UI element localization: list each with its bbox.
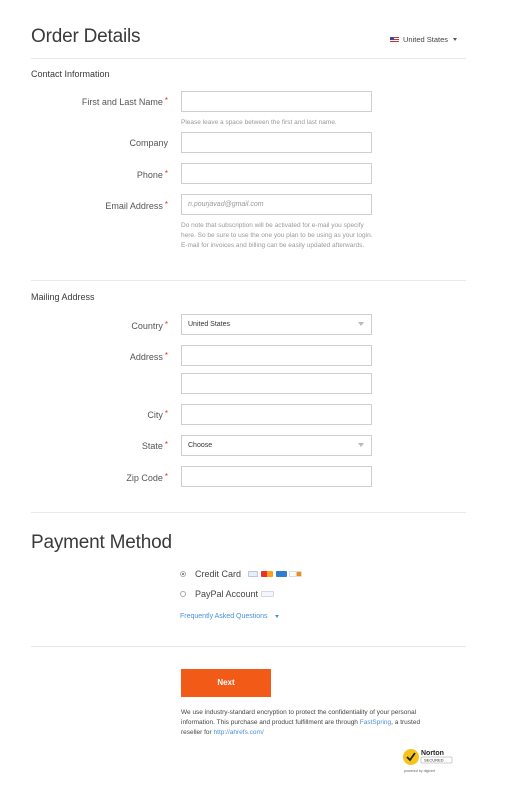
- paypal-radio[interactable]: [180, 591, 186, 597]
- name-help-text: Please leave a space between the first a…: [181, 119, 337, 126]
- contact-section-title: Contact Information: [31, 69, 110, 79]
- mastercard-icon: [261, 571, 273, 577]
- divider: [31, 646, 466, 647]
- phone-label: Phone *: [136, 169, 168, 180]
- required-marker: *: [164, 472, 168, 481]
- country-select-value: United States: [188, 321, 231, 328]
- state-label: State *: [141, 440, 168, 451]
- faq-link[interactable]: Frequently Asked Questions: [180, 613, 279, 620]
- paypal-icon: [261, 591, 274, 597]
- amex-icon: [276, 571, 287, 577]
- company-label: Company: [129, 138, 168, 148]
- dropdown-caret-icon: [358, 322, 364, 326]
- address-input-line2[interactable]: [181, 373, 372, 394]
- divider: [31, 512, 466, 513]
- company-input[interactable]: [181, 132, 372, 153]
- norton-checkmark-icon: Norton SECURED powered by digicert: [403, 749, 453, 773]
- norton-secured-badge: Norton SECURED powered by digicert: [402, 745, 454, 777]
- paypal-label[interactable]: PayPal Account: [195, 589, 258, 599]
- zip-label: Zip Code *: [126, 472, 168, 483]
- chevron-down-icon: [274, 615, 279, 618]
- name-input[interactable]: [181, 91, 372, 112]
- security-notice: We use industry-standard encryption to p…: [181, 709, 421, 736]
- phone-input[interactable]: [181, 163, 372, 184]
- norton-text: Norton: [421, 750, 444, 757]
- faq-link-label: Frequently Asked Questions: [180, 613, 268, 620]
- ahrefs-link[interactable]: http://ahrefs.com/: [214, 729, 264, 736]
- discover-icon: [289, 571, 302, 577]
- norton-powered-text: powered by digicert: [404, 769, 435, 773]
- chevron-down-icon: [453, 38, 458, 41]
- address-label: Address *: [129, 351, 168, 362]
- credit-card-label[interactable]: Credit Card: [195, 569, 241, 579]
- divider: [31, 280, 466, 281]
- required-marker: *: [164, 440, 168, 449]
- next-button[interactable]: Next: [181, 669, 271, 697]
- address-input-line1[interactable]: [181, 345, 372, 366]
- mailing-section-title: Mailing Address: [31, 292, 95, 302]
- email-label: Email Address *: [105, 200, 168, 211]
- country-selector[interactable]: United States: [390, 35, 458, 44]
- required-marker: *: [164, 169, 168, 178]
- country-select[interactable]: United States: [181, 314, 372, 335]
- required-marker: *: [164, 320, 168, 329]
- divider: [31, 58, 466, 59]
- country-selector-label: United States: [403, 35, 449, 44]
- state-select-value: Choose: [188, 442, 213, 449]
- credit-card-radio[interactable]: [180, 571, 186, 577]
- required-marker: *: [164, 351, 168, 360]
- required-marker: *: [164, 200, 168, 209]
- email-input[interactable]: n.pourjavad@gmail.com: [181, 194, 372, 215]
- name-label: First and Last Name *: [81, 96, 168, 107]
- visa-icon: [248, 571, 258, 577]
- email-help-text: Do note that subscription will be activa…: [181, 222, 373, 249]
- fastspring-link[interactable]: FastSpring: [360, 719, 391, 726]
- required-marker: *: [164, 409, 168, 418]
- zip-input[interactable]: [181, 466, 372, 487]
- dropdown-caret-icon: [358, 443, 364, 447]
- state-select[interactable]: Choose: [181, 435, 372, 456]
- city-input[interactable]: [181, 404, 372, 425]
- us-flag-icon: [390, 36, 399, 43]
- city-label: City *: [147, 409, 168, 420]
- required-marker: *: [164, 96, 168, 105]
- norton-secured-text: SECURED: [424, 758, 444, 763]
- country-label: Country *: [131, 320, 168, 331]
- payment-title: Payment Method: [31, 532, 172, 553]
- page-title: Order Details: [31, 26, 141, 47]
